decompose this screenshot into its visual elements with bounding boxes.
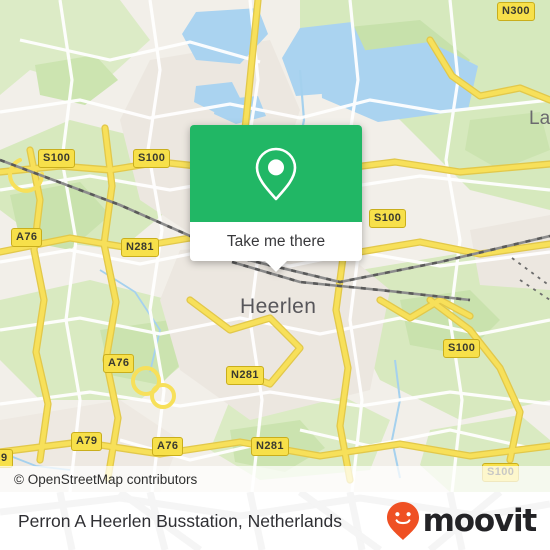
road-shield: N281 (226, 366, 264, 385)
moovit-wordmark: moovit (422, 502, 538, 539)
road-shield: N281 (251, 437, 289, 456)
take-me-there-button[interactable]: Take me there (190, 222, 362, 261)
road-shield: N281 (121, 238, 159, 257)
moovit-pin-smiley-icon (386, 502, 419, 540)
take-me-there-label: Take me there (226, 232, 326, 250)
footer-bar: Perron A Heerlen Busstation, Netherlands… (0, 492, 550, 550)
callout-icon-area (190, 125, 362, 222)
road-shield: A76 (11, 228, 43, 247)
road-shield: S100 (443, 339, 481, 358)
road-shield: S100 (133, 149, 171, 168)
callout-tail (265, 261, 287, 272)
road-shield: N300 (497, 2, 535, 21)
map-pin-icon (255, 147, 297, 200)
screenshot-root: N300 S100 S100 S100 A76 N281 N281 A76 S100 A79 A76… (0, 0, 550, 550)
location-title: Perron A Heerlen Busstation, Netherlands (18, 510, 342, 531)
moovit-logo[interactable]: moovit (386, 501, 538, 541)
road-shield: S100 (369, 209, 407, 228)
road-shield: A76 (103, 354, 135, 373)
road-shield: S100 (38, 149, 76, 168)
road-shield: A79 (71, 432, 103, 451)
map-attribution-bar: © OpenStreetMap contributors (0, 466, 550, 492)
attribution-text[interactable]: © OpenStreetMap contributors (14, 472, 197, 487)
map-label-heerlen: Heerlen (240, 295, 317, 318)
map-label-landgraaf-partial: Lan (529, 108, 550, 129)
road-shield: A76 (152, 437, 184, 456)
take-me-there-callout[interactable]: Take me there (190, 125, 362, 272)
